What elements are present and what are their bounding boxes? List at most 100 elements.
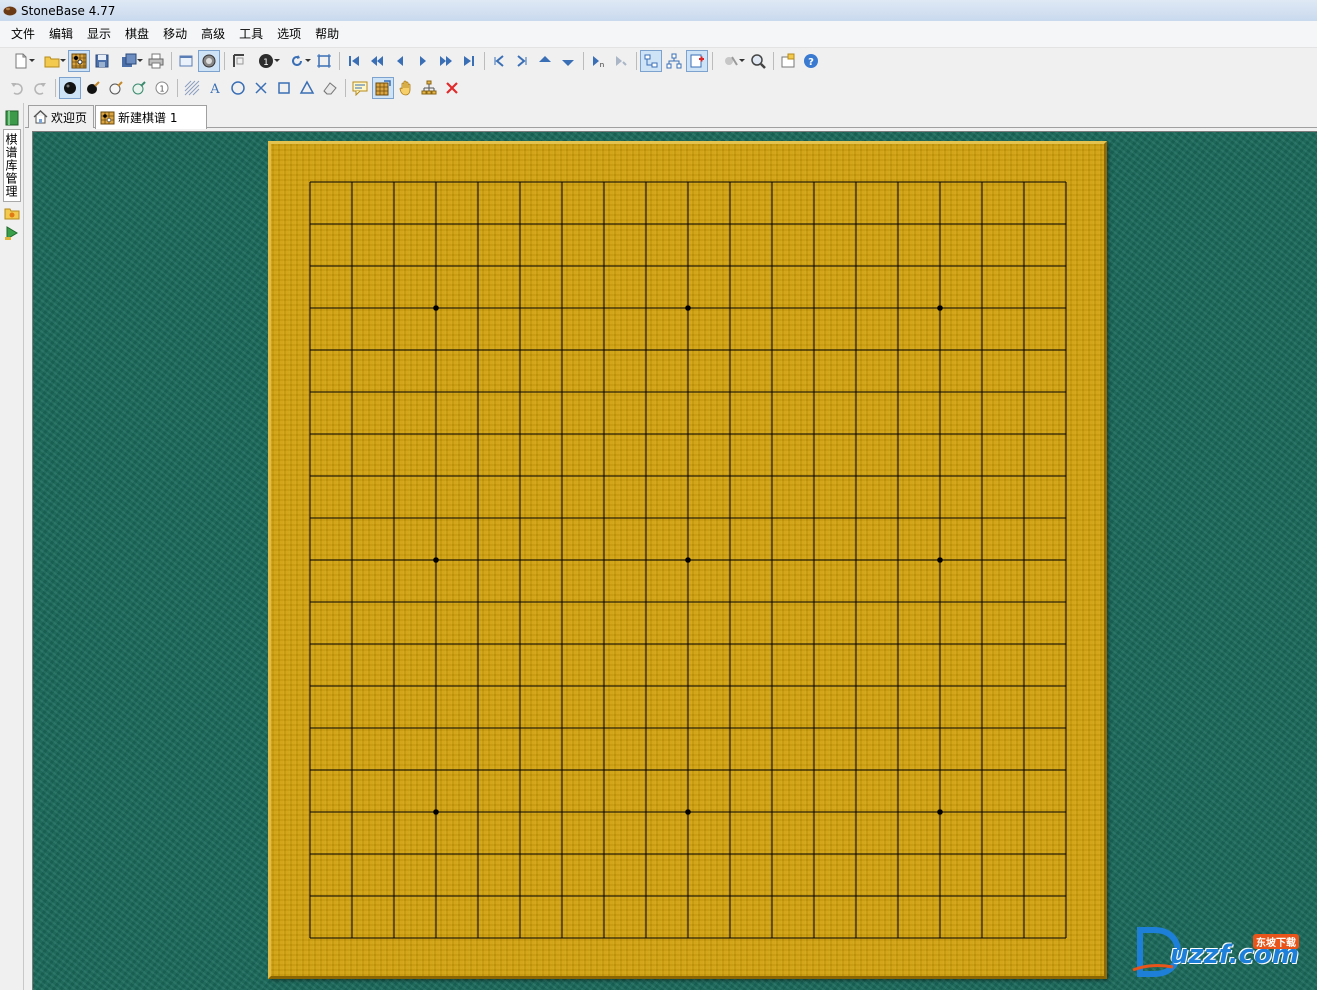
triangle-mark-button[interactable] (296, 77, 318, 99)
menu-edit[interactable]: 编辑 (42, 24, 80, 44)
frame-button[interactable] (313, 50, 335, 72)
comment-button[interactable] (349, 77, 371, 99)
next-variation-button[interactable] (511, 50, 533, 72)
goto-move-button[interactable]: n (587, 50, 609, 72)
help-button[interactable]: ? (800, 50, 822, 72)
properties-button[interactable] (777, 50, 799, 72)
menu-file[interactable]: 文件 (4, 24, 42, 44)
watermark-badge: 东坡下载 (1253, 934, 1299, 949)
redo-icon (34, 83, 46, 95)
menu-board[interactable]: 棋盘 (118, 24, 156, 44)
go-board[interactable] (268, 141, 1107, 979)
favorites-button[interactable] (3, 204, 21, 222)
star-point (937, 305, 943, 311)
down-button[interactable] (557, 50, 579, 72)
number-button[interactable]: 1 (151, 77, 173, 99)
forward-icon (420, 56, 426, 66)
star-point (685, 305, 691, 311)
tab-new-game-label: 新建棋谱 1 (118, 111, 178, 125)
menu-options[interactable]: 选项 (270, 24, 308, 44)
tab-new-game[interactable]: 新建棋谱 1 (95, 105, 207, 129)
hatch-button[interactable] (181, 77, 203, 99)
back-fast-button[interactable] (366, 50, 388, 72)
forward-button[interactable] (412, 50, 434, 72)
hand-icon (399, 80, 411, 96)
library-manager-tab[interactable]: 棋谱库管理 (3, 129, 21, 202)
board-view-button[interactable] (68, 50, 90, 72)
prev-variation-button[interactable] (488, 50, 510, 72)
hand-button[interactable] (395, 77, 417, 99)
square-mark-button[interactable] (273, 77, 295, 99)
toolbar-separator (224, 52, 225, 70)
prev-variation-icon (494, 55, 504, 67)
redo-button[interactable] (29, 77, 51, 99)
toolbar-separator (583, 52, 584, 70)
search-button[interactable] (747, 50, 769, 72)
print-button[interactable] (145, 50, 167, 72)
black-stone-button[interactable] (59, 77, 81, 99)
tree-icon (421, 80, 437, 95)
analysis-button[interactable] (716, 50, 746, 72)
board-edit-button[interactable] (372, 77, 394, 99)
save-as-button[interactable] (114, 50, 144, 72)
up-button[interactable] (534, 50, 556, 72)
tree-button[interactable] (418, 77, 440, 99)
black-move-button[interactable] (82, 77, 104, 99)
library-button[interactable] (3, 109, 21, 127)
white-move-button[interactable] (128, 77, 150, 99)
undo-button[interactable] (6, 77, 28, 99)
eraser-button[interactable] (319, 77, 341, 99)
tree-branch-button[interactable] (663, 50, 685, 72)
menu-move[interactable]: 移动 (156, 24, 194, 44)
last-move-button[interactable] (458, 50, 480, 72)
label-a-button[interactable]: A (204, 77, 226, 99)
open-button[interactable] (37, 50, 67, 72)
down-icon (562, 60, 574, 66)
menu-bar: 文件 编辑 显示 棋盘 移动 高级 工具 选项 帮助 (0, 21, 1317, 48)
menu-advanced[interactable]: 高级 (194, 24, 232, 44)
title-bar: StoneBase 4.77 (0, 0, 1317, 21)
play-button[interactable] (3, 224, 21, 242)
back-icon (397, 56, 403, 66)
folder-star-icon (4, 208, 20, 220)
toolbar-separator (55, 79, 56, 97)
goto-end-button[interactable] (610, 50, 632, 72)
hatch-icon (184, 80, 200, 96)
first-move-button[interactable] (343, 50, 365, 72)
save-as-icon (122, 53, 137, 67)
print-icon (148, 53, 164, 69)
menu-tools[interactable]: 工具 (232, 24, 270, 44)
circle-mark-button[interactable] (227, 77, 249, 99)
menu-view[interactable]: 显示 (80, 24, 118, 44)
white-stone-button[interactable] (105, 77, 127, 99)
delete-button[interactable] (441, 77, 463, 99)
open-folder-icon (44, 56, 60, 68)
next-variation-icon (517, 55, 527, 67)
window-title: StoneBase 4.77 (21, 3, 116, 18)
window-button[interactable] (175, 50, 197, 72)
board-icon (100, 111, 115, 124)
toolbar-separator (339, 52, 340, 70)
coordinates-button[interactable] (228, 50, 250, 72)
window-icon (179, 55, 193, 67)
forward-fast-button[interactable] (435, 50, 457, 72)
new-file-button[interactable] (6, 50, 36, 72)
menu-help[interactable]: 帮助 (308, 24, 346, 44)
save-button[interactable] (91, 50, 113, 72)
cross-mark-button[interactable] (250, 77, 272, 99)
goto-end-icon (616, 56, 627, 66)
board-grid[interactable] (271, 144, 1104, 976)
move-number-button[interactable]: 1 (251, 50, 281, 72)
stone-view-button[interactable] (198, 50, 220, 72)
tab-welcome[interactable]: 欢迎页 (28, 105, 94, 128)
tree-view-button[interactable] (640, 50, 662, 72)
watermark-logo: uzzf.com 东坡下载 (1130, 922, 1310, 982)
rotate-button[interactable] (282, 50, 312, 72)
svg-text:n: n (600, 61, 604, 69)
tree-add-button[interactable] (686, 50, 708, 72)
undo-icon (11, 83, 23, 95)
back-button[interactable] (389, 50, 411, 72)
move-number-icon: 1 (259, 54, 273, 68)
stone-view-icon (202, 54, 216, 68)
label-a-text: A (209, 82, 220, 96)
